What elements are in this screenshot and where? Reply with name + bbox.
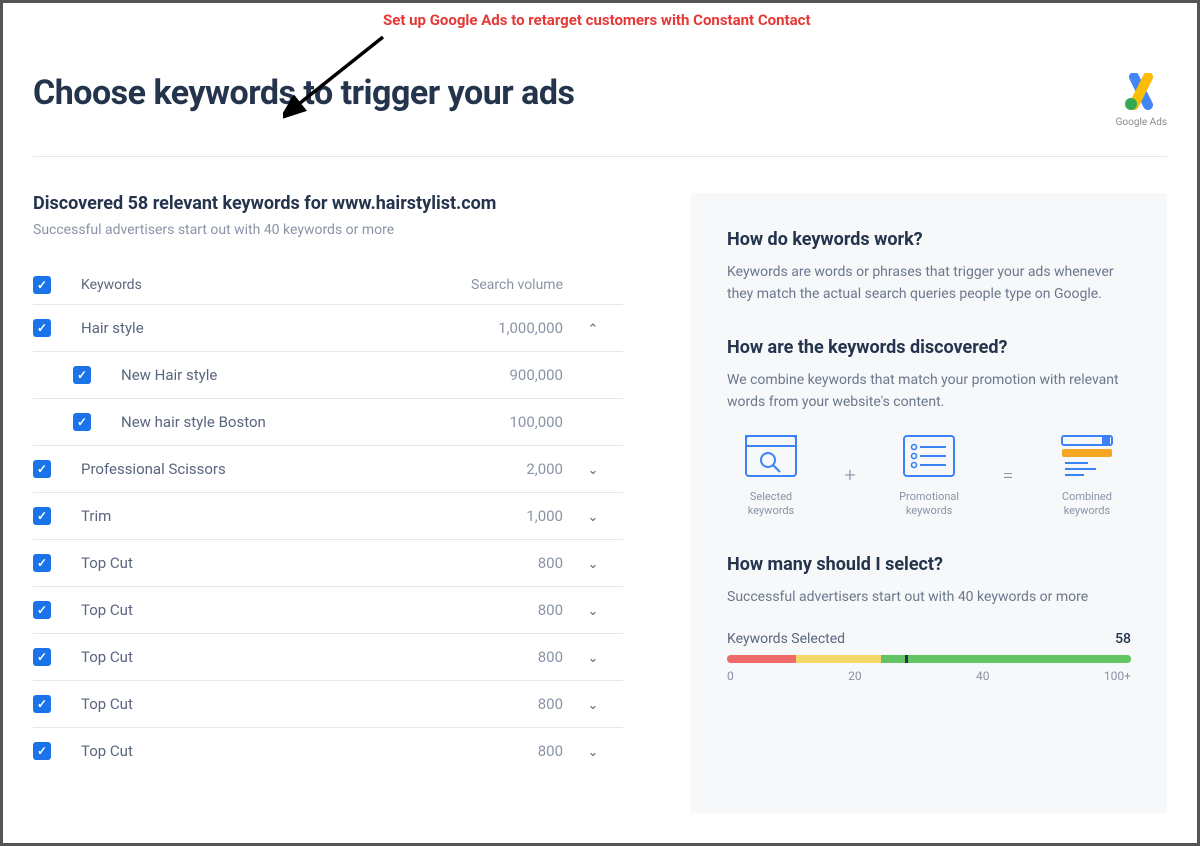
help-panel: How do keywords work? Keywords are words… — [691, 193, 1167, 813]
help-text-how-work: Keywords are words or phrases that trigg… — [727, 262, 1131, 305]
keyword-name: Trim — [81, 507, 443, 525]
table-row[interactable]: Top Cut800 ⌄ — [33, 680, 623, 727]
chevron-down-icon[interactable]: ⌄ — [588, 604, 599, 619]
meter-thumb — [905, 655, 908, 663]
keyword-name: New hair style Boston — [121, 413, 443, 431]
table-row[interactable]: Hair style1,000,000 ⌃ — [33, 304, 623, 351]
selected-keywords-icon — [742, 432, 800, 480]
table-row[interactable]: Top Cut800 ⌄ — [33, 539, 623, 586]
search-volume: 100,000 — [443, 413, 563, 431]
chevron-up-icon[interactable]: ⌃ — [588, 322, 599, 337]
help-heading-discovered: How are the keywords discovered? — [727, 337, 1131, 358]
table-row[interactable]: Top Cut800 ⌄ — [33, 633, 623, 680]
table-row[interactable]: Professional Scissors2,000 ⌄ — [33, 445, 623, 492]
table-row[interactable]: New hair style Boston100,000 — [33, 398, 623, 445]
eq-caption-selected: Selected keywords — [727, 490, 815, 519]
column-header-volume: Search volume — [443, 277, 563, 293]
column-header-keywords: Keywords — [81, 277, 443, 293]
table-header-row: Keywords Search volume — [33, 266, 623, 304]
search-volume: 800 — [443, 554, 563, 572]
equals-icon: = — [1002, 463, 1013, 487]
eq-caption-promotional: Promotional keywords — [885, 490, 973, 519]
annotation-callout: Set up Google Ads to retarget customers … — [383, 11, 811, 29]
keywords-selected-meter — [727, 655, 1131, 663]
row-checkbox[interactable] — [73, 366, 91, 384]
slider-label: Keywords Selected — [727, 631, 845, 647]
help-text-how-many: Successful advertisers start out with 40… — [727, 587, 1131, 609]
row-checkbox[interactable] — [33, 742, 51, 760]
chevron-down-icon[interactable]: ⌄ — [588, 698, 599, 713]
search-volume: 800 — [443, 695, 563, 713]
logo-caption: Google Ads — [1116, 117, 1167, 128]
keyword-name: Top Cut — [81, 742, 443, 760]
meter-ticks: 0 20 40 100+ — [727, 669, 1131, 683]
help-heading-how-work: How do keywords work? — [727, 229, 1131, 250]
eq-caption-combined: Combined keywords — [1043, 490, 1131, 519]
keyword-name: Top Cut — [81, 601, 443, 619]
chevron-down-icon[interactable]: ⌄ — [588, 651, 599, 666]
discovered-heading: Discovered 58 relevant keywords for www.… — [33, 193, 623, 214]
promotional-keywords-icon — [900, 432, 958, 480]
keywords-panel: Discovered 58 relevant keywords for www.… — [33, 193, 623, 813]
row-checkbox[interactable] — [33, 460, 51, 478]
discovered-subtitle: Successful advertisers start out with 40… — [33, 222, 623, 238]
slider-value: 58 — [1115, 631, 1131, 647]
keyword-name: Hair style — [81, 319, 443, 337]
table-row[interactable]: Top Cut800 ⌄ — [33, 586, 623, 633]
table-row[interactable]: Top Cut800 ⌄ — [33, 727, 623, 774]
keyword-name: Professional Scissors — [81, 460, 443, 478]
chevron-down-icon[interactable]: ⌄ — [588, 510, 599, 525]
chevron-down-icon[interactable]: ⌄ — [588, 557, 599, 572]
search-volume: 1,000 — [443, 507, 563, 525]
chevron-down-icon[interactable]: ⌄ — [588, 745, 599, 760]
row-checkbox[interactable] — [33, 319, 51, 337]
table-row[interactable]: Trim1,000 ⌄ — [33, 492, 623, 539]
row-checkbox[interactable] — [33, 648, 51, 666]
row-checkbox[interactable] — [33, 695, 51, 713]
chevron-down-icon[interactable]: ⌄ — [588, 463, 599, 478]
help-text-discovered: We combine keywords that match your prom… — [727, 370, 1131, 413]
tick-100: 100+ — [1104, 669, 1131, 683]
search-volume: 2,000 — [443, 460, 563, 478]
row-checkbox[interactable] — [33, 507, 51, 525]
search-volume: 800 — [443, 648, 563, 666]
select-all-checkbox[interactable] — [33, 276, 51, 294]
tick-40: 40 — [976, 669, 990, 683]
combined-keywords-icon — [1058, 432, 1116, 480]
table-row[interactable]: New Hair style900,000 — [33, 351, 623, 398]
row-checkbox[interactable] — [33, 601, 51, 619]
keyword-equation: Selected keywords + Promotional keywords — [727, 432, 1131, 519]
help-heading-how-many: How many should I select? — [727, 554, 1131, 575]
keyword-name: Top Cut — [81, 695, 443, 713]
search-volume: 900,000 — [443, 366, 563, 384]
keyword-name: New Hair style — [121, 366, 443, 384]
search-volume: 800 — [443, 601, 563, 619]
annotation-arrow — [283, 29, 393, 119]
row-checkbox[interactable] — [33, 554, 51, 572]
keyword-name: Top Cut — [81, 554, 443, 572]
keyword-name: Top Cut — [81, 648, 443, 666]
row-checkbox[interactable] — [73, 413, 91, 431]
plus-icon: + — [844, 463, 855, 487]
tick-20: 20 — [848, 669, 862, 683]
tick-0: 0 — [727, 669, 734, 683]
search-volume: 800 — [443, 742, 563, 760]
search-volume: 1,000,000 — [443, 319, 563, 337]
google-ads-logo: Google Ads — [1116, 73, 1167, 128]
